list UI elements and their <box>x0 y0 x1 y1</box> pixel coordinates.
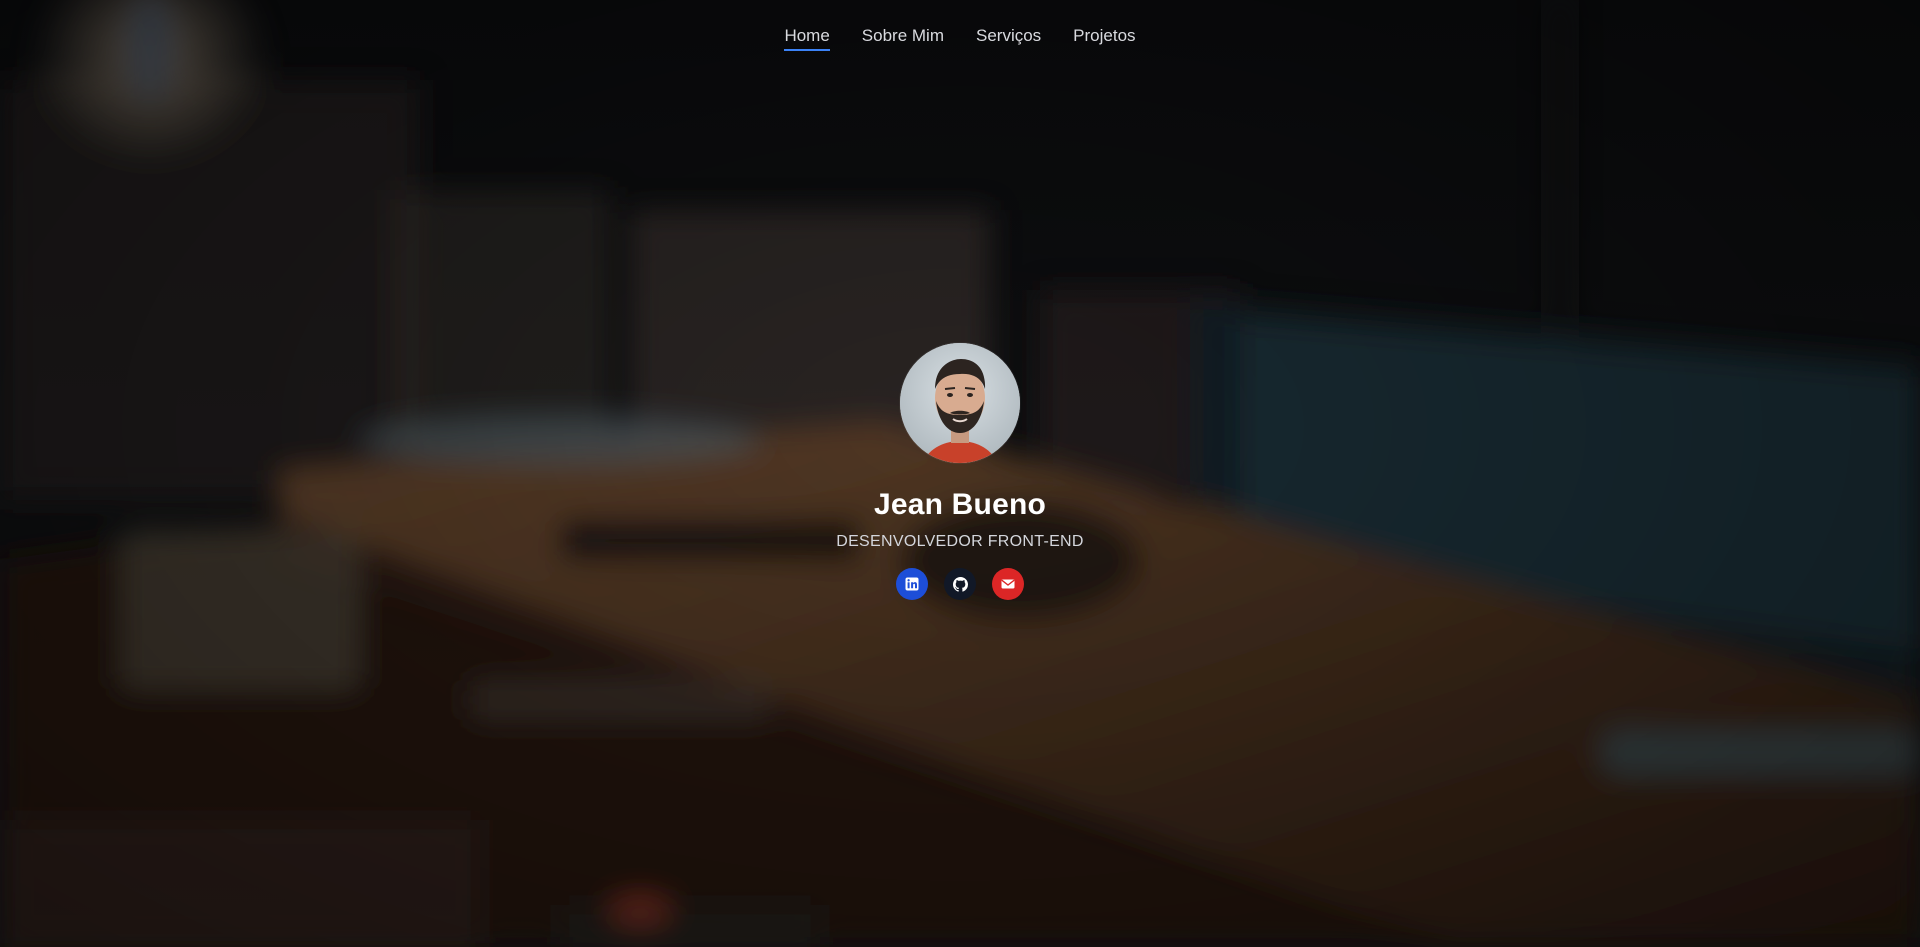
nav-item-sobre-mim[interactable]: Sobre Mim <box>862 26 944 51</box>
nav-item-projetos[interactable]: Projetos <box>1073 26 1135 51</box>
linkedin-button[interactable] <box>896 568 928 600</box>
linkedin-icon <box>905 577 919 591</box>
social-links <box>896 568 1024 600</box>
nav-item-home[interactable]: Home <box>784 26 830 51</box>
github-button[interactable] <box>944 568 976 600</box>
main-nav: Home Sobre Mim Serviços Projetos <box>0 0 1920 72</box>
avatar <box>900 343 1020 463</box>
profile-name: Jean Bueno <box>873 488 1047 521</box>
nav-item-servicos[interactable]: Serviços <box>976 26 1041 51</box>
page: Home Sobre Mim Serviços Projetos Jean Bu… <box>0 0 1920 947</box>
github-icon <box>952 576 968 592</box>
hero-section: Jean Bueno DESENVOLVEDOR FRONT-END <box>0 343 1920 600</box>
email-button[interactable] <box>992 568 1024 600</box>
envelope-icon <box>1001 579 1015 589</box>
profile-role: DESENVOLVEDOR FRONT-END <box>836 533 1084 550</box>
avatar-photo <box>900 343 1020 463</box>
